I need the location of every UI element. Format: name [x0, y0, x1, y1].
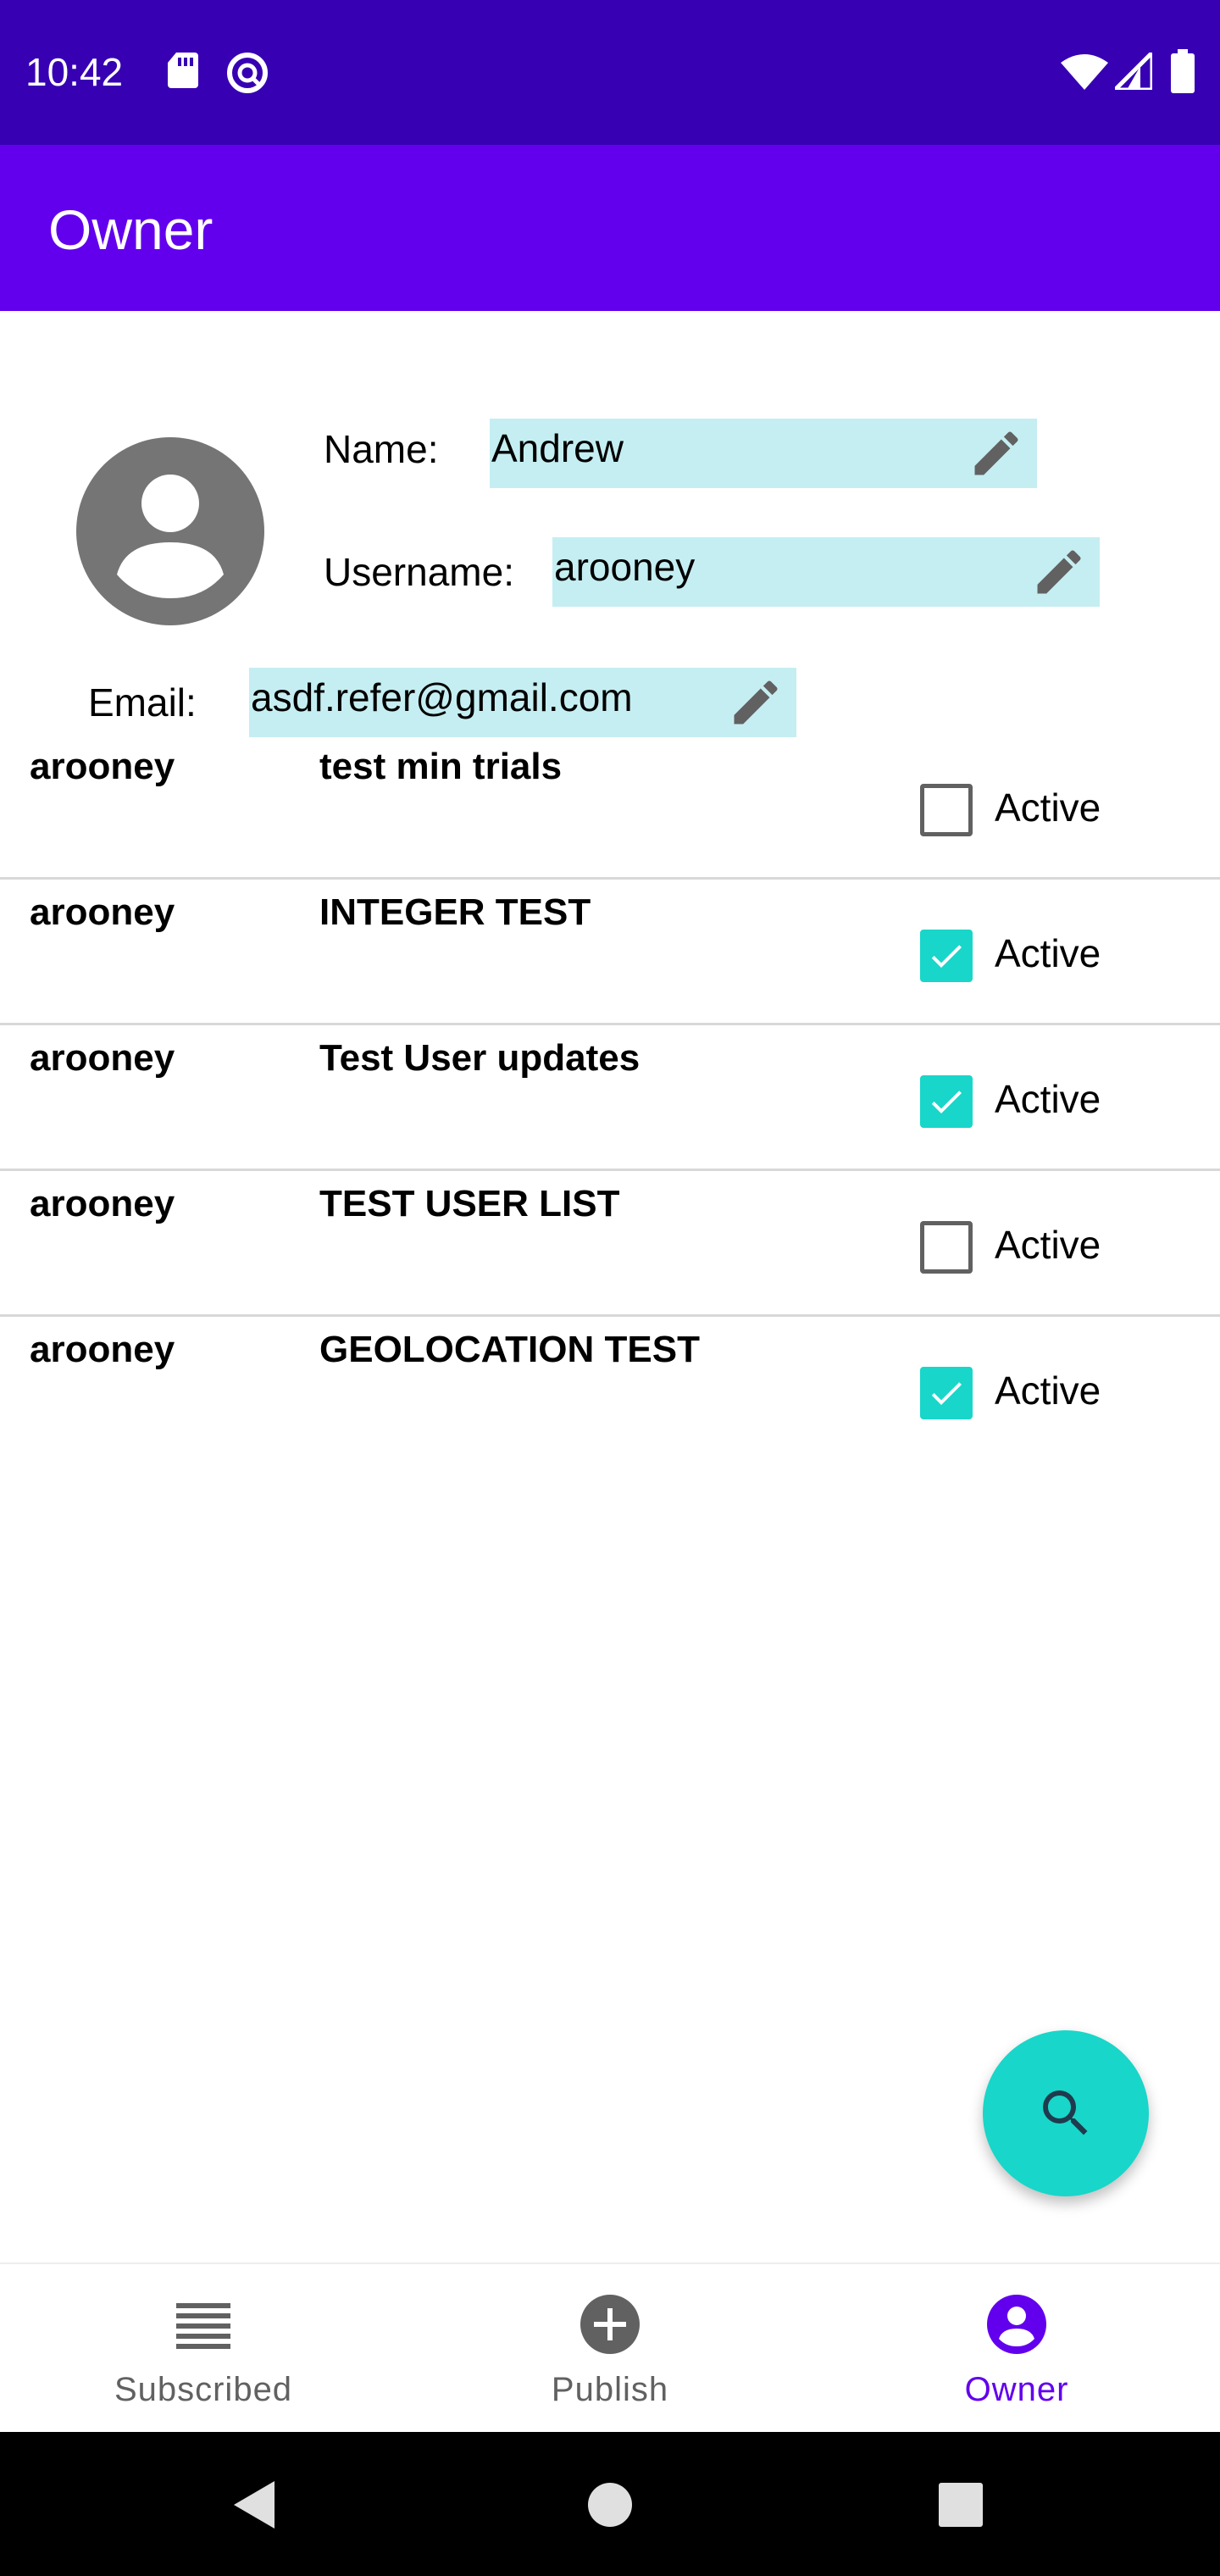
home-button[interactable]: [586, 2479, 634, 2534]
active-checkbox[interactable]: [920, 1367, 973, 1419]
username-label: Username:: [324, 550, 514, 594]
list-item[interactable]: arooney GEOLOCATION TEST Active: [0, 1317, 1220, 1463]
nav-label: Subscribed: [114, 2371, 293, 2408]
experiment-list: arooney test min trials Active arooney I…: [0, 734, 1220, 1463]
check-icon: [931, 945, 962, 968]
app-bar: Owner: [0, 145, 1220, 311]
name-label: Name:: [324, 427, 439, 471]
nav-owner[interactable]: Owner: [813, 2264, 1220, 2434]
page-title: Owner: [48, 198, 214, 261]
active-label: Active: [995, 1077, 1101, 1121]
email-value: asdf.refer@gmail.com: [251, 675, 633, 719]
sd-card-icon: [166, 51, 200, 94]
status-bar: 10:42: [0, 0, 1220, 145]
nav-label: Publish: [551, 2371, 669, 2408]
row-title: test min trials: [319, 746, 563, 787]
active-checkbox[interactable]: [920, 930, 973, 982]
row-owner: arooney: [30, 891, 175, 933]
list-item[interactable]: arooney INTEGER TEST Active: [0, 880, 1220, 1025]
status-time: 10:42: [25, 50, 124, 94]
row-owner: arooney: [30, 1329, 175, 1370]
check-icon: [931, 1382, 962, 1405]
row-owner: arooney: [30, 1037, 175, 1079]
add-circle-icon: [580, 2295, 640, 2354]
email-field[interactable]: asdf.refer@gmail.com: [249, 668, 796, 737]
nav-publish[interactable]: Publish: [407, 2264, 813, 2434]
edit-username-button[interactable]: [1030, 543, 1088, 601]
signal-icon: [1109, 47, 1155, 94]
active-label: Active: [995, 1368, 1101, 1413]
nav-subscribed[interactable]: Subscribed: [0, 2264, 407, 2434]
bottom-navigation: Subscribed Publish Owner: [0, 2262, 1220, 2432]
pencil-icon: [734, 680, 778, 724]
edit-email-button[interactable]: [727, 674, 785, 731]
sync-icon: [225, 51, 269, 99]
battery-icon: [1171, 49, 1195, 97]
home-icon: [588, 2483, 632, 2527]
system-navigation-bar: [0, 2432, 1220, 2576]
recents-icon: [939, 2483, 983, 2527]
account-circle-icon: [76, 437, 264, 625]
username-value: arooney: [554, 545, 696, 589]
row-owner: arooney: [30, 746, 175, 787]
pencil-icon: [974, 431, 1018, 475]
pencil-icon: [1037, 550, 1081, 594]
name-field[interactable]: Andrew: [490, 419, 1037, 488]
row-title: INTEGER TEST: [319, 891, 591, 933]
active-checkbox[interactable]: [920, 1075, 973, 1128]
active-label: Active: [995, 786, 1101, 830]
avatar: [76, 437, 264, 625]
row-owner: arooney: [30, 1183, 175, 1224]
check-icon: [931, 1091, 962, 1113]
recents-button[interactable]: [937, 2479, 984, 2534]
email-label: Email:: [88, 680, 197, 724]
active-checkbox[interactable]: [920, 1221, 973, 1274]
row-title: Test User updates: [319, 1037, 640, 1079]
search-icon: [1043, 2090, 1088, 2135]
row-title: TEST USER LIST: [319, 1183, 620, 1224]
name-value: Andrew: [491, 426, 624, 470]
list-icon: [176, 2303, 230, 2349]
wifi-icon: [1061, 54, 1108, 94]
back-button[interactable]: [230, 2479, 278, 2534]
nav-label: Owner: [964, 2371, 1069, 2408]
list-item[interactable]: arooney test min trials Active: [0, 734, 1220, 880]
active-checkbox[interactable]: [920, 784, 973, 836]
active-label: Active: [995, 1223, 1101, 1267]
username-field[interactable]: arooney: [552, 537, 1100, 607]
edit-name-button[interactable]: [968, 425, 1025, 482]
active-label: Active: [995, 931, 1101, 975]
row-title: GEOLOCATION TEST: [319, 1329, 700, 1370]
search-button[interactable]: [983, 2030, 1149, 2196]
account-circle-icon: [987, 2295, 1046, 2354]
list-item[interactable]: arooney TEST USER LIST Active: [0, 1171, 1220, 1317]
list-item[interactable]: arooney Test User updates Active: [0, 1025, 1220, 1171]
back-icon: [234, 2481, 274, 2529]
